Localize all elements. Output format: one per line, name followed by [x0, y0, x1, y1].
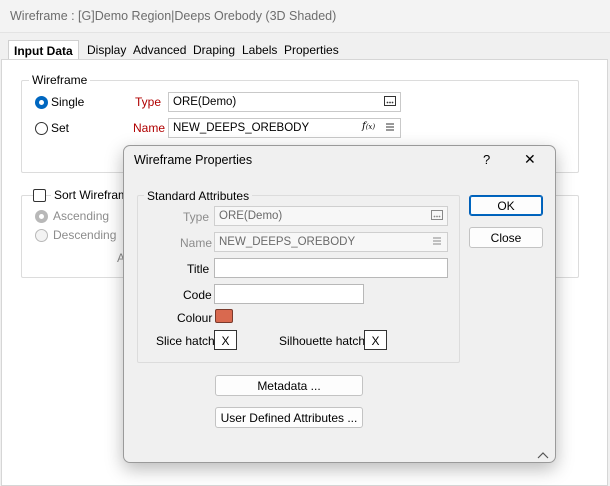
type-field[interactable]: ORE(Demo) — [168, 92, 401, 112]
close-button[interactable]: Close — [469, 227, 543, 248]
tab-display[interactable]: Display — [82, 40, 131, 59]
help-icon[interactable]: ? — [483, 152, 490, 167]
sort-checkbox-label: Sort Wirefram — [51, 188, 132, 202]
dlg-code-input[interactable] — [214, 284, 364, 304]
window-titlebar: Wireframe : [G]Demo Region|Deeps Orebody… — [0, 0, 610, 33]
tab-input-data[interactable]: Input Data — [8, 40, 79, 59]
type-label: Type — [135, 95, 162, 109]
close-icon[interactable]: ✕ — [524, 151, 536, 168]
set-radio[interactable] — [35, 122, 48, 135]
tab-advanced[interactable]: Advanced — [128, 40, 191, 59]
dlg-ellipsis-icon — [430, 209, 444, 223]
dlg-type-label: Type — [183, 210, 210, 224]
dlg-code-label: Code — [183, 288, 212, 302]
descending-radio[interactable] — [35, 229, 48, 242]
tab-draping[interactable]: Draping — [188, 40, 240, 59]
function-icon[interactable]: f(x) — [362, 121, 375, 132]
set-label: Set — [51, 121, 70, 135]
window-title: Wireframe : [G]Demo Region|Deeps Orebody… — [10, 9, 337, 23]
list-icon[interactable] — [383, 121, 397, 135]
sort-checkbox[interactable] — [33, 189, 46, 202]
name-label: Name — [133, 121, 166, 135]
dlg-list-icon — [430, 235, 444, 249]
single-radio[interactable] — [35, 96, 48, 109]
dlg-title-label: Title — [187, 262, 210, 276]
dlg-name-value: NEW_DEEPS_OREBODY — [219, 236, 356, 248]
type-field-value: ORE(Demo) — [173, 96, 237, 108]
metadata-button[interactable]: Metadata ... — [215, 375, 363, 396]
tab-properties[interactable]: Properties — [279, 40, 344, 59]
wireframe-properties-dialog: Wireframe Properties ? ✕ Standard Attrib… — [123, 145, 556, 463]
dlg-name-label: Name — [180, 236, 213, 250]
single-label: Single — [51, 95, 85, 109]
wireframe-group-legend: Wireframe — [29, 73, 91, 87]
dialog-title: Wireframe Properties — [134, 153, 253, 167]
standard-attributes-legend: Standard Attributes — [144, 189, 253, 203]
ascending-radio[interactable] — [35, 210, 48, 223]
dlg-colour-label: Colour — [177, 311, 213, 325]
colour-swatch[interactable] — [215, 309, 233, 323]
silhouette-hatch-label: Silhouette hatch — [279, 334, 366, 348]
dlg-title-input[interactable] — [214, 258, 448, 278]
slice-hatch-button[interactable]: X — [214, 330, 237, 350]
dlg-type-value: ORE(Demo) — [219, 210, 283, 222]
tab-labels[interactable]: Labels — [237, 40, 282, 59]
ok-button[interactable]: OK — [469, 195, 543, 216]
silhouette-hatch-button[interactable]: X — [364, 330, 387, 350]
slice-hatch-label: Slice hatch — [156, 334, 215, 348]
ascending-label: Ascending — [53, 209, 110, 223]
descending-label: Descending — [53, 228, 117, 242]
ellipsis-icon[interactable] — [383, 95, 397, 109]
dlg-type-field: ORE(Demo) — [214, 206, 448, 226]
user-defined-attributes-button[interactable]: User Defined Attributes ... — [215, 407, 363, 428]
chevron-up-icon[interactable] — [537, 448, 549, 462]
dlg-name-field: NEW_DEEPS_OREBODY — [214, 232, 448, 252]
name-field-value: NEW_DEEPS_OREBODY — [173, 122, 310, 134]
